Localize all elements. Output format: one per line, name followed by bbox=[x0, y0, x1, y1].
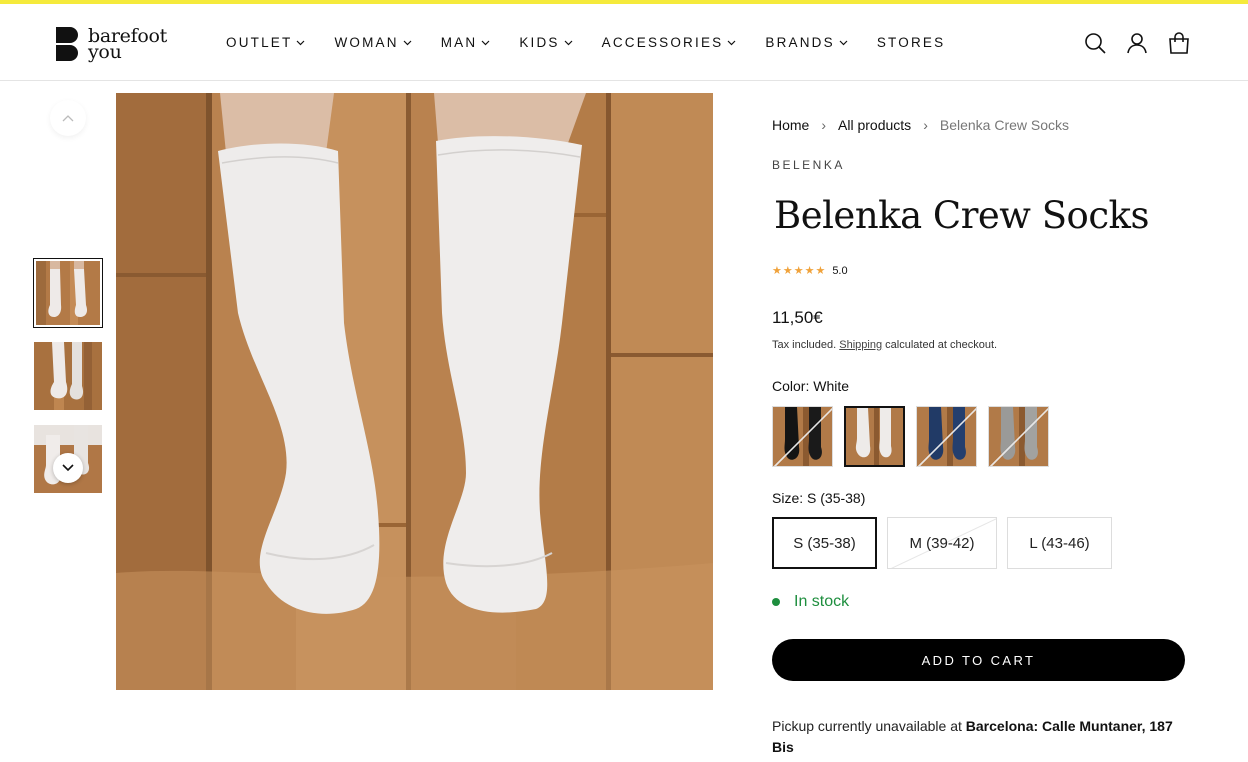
pickup-prefix: Pickup currently unavailable at bbox=[772, 718, 962, 734]
search-icon[interactable] bbox=[1084, 32, 1106, 54]
product-vendor[interactable]: BELENKA bbox=[772, 158, 845, 172]
chevron-down-icon bbox=[403, 40, 412, 45]
stock-text: In stock bbox=[794, 593, 850, 610]
size-options: S (35-38) M (39-42) L (43-46) bbox=[772, 517, 1112, 569]
size-option-label: M (39-42) bbox=[909, 534, 975, 552]
nav-item-kids[interactable]: KIDS bbox=[519, 35, 573, 50]
stock-dot-icon bbox=[772, 598, 780, 606]
thumbnails-prev-button[interactable] bbox=[50, 100, 86, 136]
product-main-image[interactable] bbox=[116, 93, 713, 690]
size-option-l[interactable]: L (43-46) bbox=[1007, 517, 1112, 569]
nav-item-brands[interactable]: BRANDS bbox=[765, 35, 848, 50]
thumbnail-1[interactable] bbox=[33, 258, 103, 328]
size-value: S (35-38) bbox=[807, 490, 866, 506]
color-swatch-white[interactable] bbox=[844, 406, 905, 467]
chevron-down-icon bbox=[481, 40, 490, 45]
nav-label: BRANDS bbox=[765, 35, 835, 50]
account-icon[interactable] bbox=[1126, 32, 1148, 54]
thumbnails-next-button[interactable] bbox=[53, 453, 83, 483]
unavailable-strike bbox=[773, 407, 832, 466]
nav-item-woman[interactable]: WOMAN bbox=[334, 35, 412, 50]
logo-mark-icon bbox=[56, 27, 78, 61]
size-option-s[interactable]: S (35-38) bbox=[772, 517, 877, 569]
header-actions bbox=[1084, 32, 1190, 54]
nav-label: KIDS bbox=[519, 35, 560, 50]
product-title: Belenka Crew Socks bbox=[774, 194, 1149, 237]
stock-status: In stock bbox=[772, 593, 849, 611]
chevron-down-icon bbox=[62, 464, 74, 472]
main-nav: OUTLET WOMAN MAN KIDS ACCESSORIES BRANDS… bbox=[226, 4, 974, 81]
breadcrumb-separator-icon: › bbox=[923, 117, 928, 133]
unavailable-strike bbox=[989, 407, 1048, 466]
size-label: Size: S (35-38) bbox=[772, 490, 865, 506]
nav-label: ACCESSORIES bbox=[601, 35, 724, 50]
breadcrumb-separator-icon: › bbox=[821, 117, 827, 133]
thumbnail-image bbox=[36, 261, 100, 325]
breadcrumb-all-products[interactable]: All products bbox=[838, 117, 911, 133]
thumbnail-2[interactable] bbox=[34, 342, 102, 410]
logo-wordmark: barefoot you bbox=[88, 27, 167, 62]
nav-label: OUTLET bbox=[226, 35, 293, 50]
nav-label: WOMAN bbox=[334, 35, 399, 50]
add-to-cart-button[interactable]: ADD TO CART bbox=[772, 639, 1185, 681]
unavailable-strike bbox=[917, 407, 976, 466]
shipping-link[interactable]: Shipping bbox=[839, 339, 882, 351]
site-header: barefoot you OUTLET WOMAN MAN KIDS ACCES… bbox=[0, 4, 1248, 81]
swatch-image bbox=[846, 408, 903, 465]
nav-item-stores[interactable]: STORES bbox=[877, 35, 945, 50]
chevron-up-icon bbox=[62, 115, 74, 122]
breadcrumb-current: Belenka Crew Socks bbox=[939, 117, 1070, 133]
color-swatch-navy[interactable] bbox=[916, 406, 977, 467]
nav-item-accessories[interactable]: ACCESSORIES bbox=[602, 35, 737, 50]
nav-item-man[interactable]: MAN bbox=[441, 35, 491, 50]
tax-suffix: calculated at checkout. bbox=[885, 339, 998, 351]
tax-note: Tax included. Shipping calculated at che… bbox=[772, 339, 997, 351]
pickup-availability: Pickup currently unavailable at Barcelon… bbox=[772, 716, 1192, 758]
nav-label: MAN bbox=[440, 35, 478, 50]
product-rating[interactable]: ★★★★★ 5.0 bbox=[772, 264, 848, 278]
nav-item-outlet[interactable]: OUTLET bbox=[226, 35, 305, 50]
rating-value: 5.0 bbox=[832, 264, 848, 277]
size-option-m[interactable]: M (39-42) bbox=[887, 517, 997, 569]
nav-label: STORES bbox=[876, 35, 946, 50]
size-option-label: L (43-46) bbox=[1029, 534, 1090, 552]
logo[interactable]: barefoot you bbox=[56, 26, 171, 62]
cart-icon[interactable] bbox=[1168, 32, 1190, 54]
size-label-text: Size: bbox=[772, 490, 804, 506]
chevron-down-icon bbox=[727, 40, 736, 45]
color-swatch-black[interactable] bbox=[772, 406, 833, 467]
breadcrumb: Home › All products › Belenka Crew Socks bbox=[772, 117, 1069, 133]
thumbnail-image bbox=[34, 342, 102, 410]
chevron-down-icon bbox=[297, 40, 305, 45]
chevron-down-icon bbox=[564, 40, 573, 45]
size-option-label: S (35-38) bbox=[793, 534, 856, 552]
chevron-down-icon bbox=[839, 40, 848, 45]
color-value: White bbox=[813, 378, 850, 394]
color-label-text: Color: bbox=[772, 378, 810, 394]
color-swatch-grey[interactable] bbox=[988, 406, 1049, 467]
rating-stars-icon: ★★★★★ bbox=[772, 265, 827, 277]
product-price: 11,50€ bbox=[772, 308, 823, 327]
breadcrumb-home[interactable]: Home bbox=[772, 117, 809, 133]
tax-prefix: Tax included. bbox=[772, 339, 837, 351]
product-photo bbox=[116, 93, 713, 690]
color-label: Color: White bbox=[772, 378, 849, 394]
color-swatches bbox=[772, 406, 1049, 467]
